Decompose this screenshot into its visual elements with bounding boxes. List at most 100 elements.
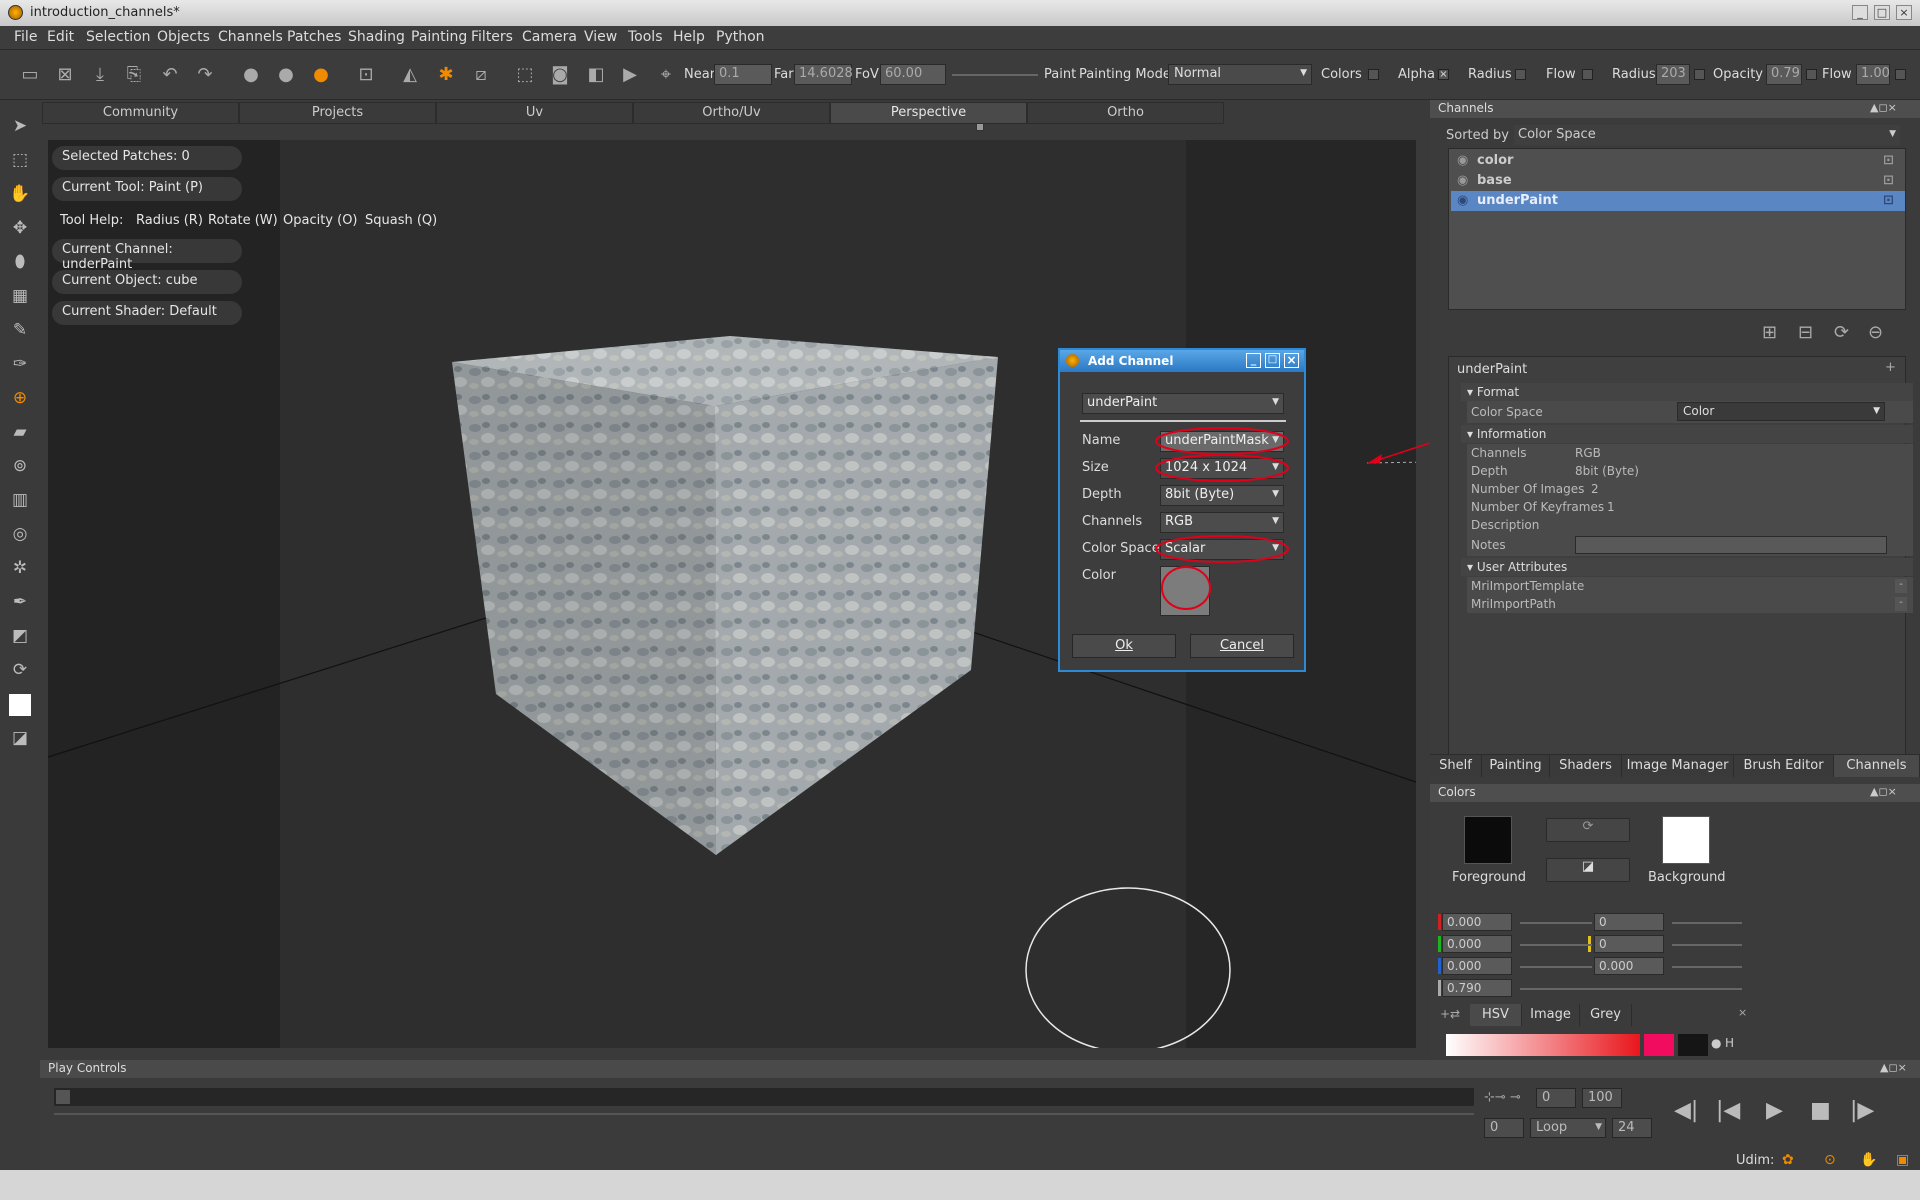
tab-ortho[interactable]: Ortho bbox=[1027, 102, 1224, 124]
menu-selection[interactable]: Selection bbox=[86, 29, 151, 45]
flow-pressure-checkbox[interactable] bbox=[1895, 69, 1906, 80]
color-space-select[interactable]: Color ▼ bbox=[1677, 402, 1885, 421]
drop-icon[interactable]: ⬮ bbox=[8, 250, 32, 274]
close-window-button[interactable]: × bbox=[1896, 5, 1912, 20]
save-as-icon[interactable]: ⎘ bbox=[122, 63, 146, 87]
radius-checkbox[interactable] bbox=[1515, 69, 1526, 80]
value-slider[interactable] bbox=[1672, 966, 1742, 968]
film-icon[interactable]: ▶ bbox=[618, 63, 642, 87]
alpha-value[interactable]: 0.790 bbox=[1442, 979, 1512, 997]
tab-hsv[interactable]: HSV bbox=[1470, 1004, 1522, 1026]
fg-bg-swap-icon[interactable]: ◪ bbox=[8, 726, 32, 750]
timeline-handle[interactable] bbox=[56, 1090, 70, 1104]
value-value[interactable]: 0.000 bbox=[1594, 957, 1664, 975]
wireframe-icon[interactable]: ⊡ bbox=[354, 63, 378, 87]
close-tab-icon[interactable]: × bbox=[1738, 1006, 1747, 1019]
hue-slider[interactable] bbox=[1672, 922, 1742, 924]
blur-icon[interactable]: ◎ bbox=[8, 522, 32, 546]
tab-painting[interactable]: Painting bbox=[1482, 755, 1550, 777]
lock-icon[interactable]: ⊡ bbox=[1883, 193, 1894, 208]
fov-field[interactable]: 60.00 bbox=[880, 64, 946, 85]
gradient-icon[interactable]: ▥ bbox=[8, 488, 32, 512]
close-file-icon[interactable]: ⊠ bbox=[53, 63, 77, 87]
add-property-icon[interactable]: + bbox=[1885, 360, 1896, 375]
menu-camera[interactable]: Camera bbox=[522, 29, 577, 45]
pin-icon[interactable]: ✑ bbox=[8, 352, 32, 376]
lock-icon[interactable]: ⊡ bbox=[1883, 173, 1894, 188]
stop-icon[interactable]: ■ bbox=[1810, 1098, 1831, 1123]
uv-icon[interactable]: ⬚ bbox=[513, 63, 537, 87]
panel-float-icon[interactable]: ▲◻× bbox=[1870, 101, 1897, 114]
marquee-select-icon[interactable]: ⬚ bbox=[8, 148, 32, 172]
menu-file[interactable]: File bbox=[14, 29, 37, 45]
channel-row-underpaint[interactable]: ◉ underPaint ⊡ bbox=[1451, 191, 1905, 211]
pointer-icon[interactable]: ➤ bbox=[8, 114, 32, 138]
paint-brush-icon[interactable]: ✱ bbox=[434, 63, 458, 87]
udim-icon-3[interactable]: ✋ bbox=[1860, 1152, 1877, 1168]
colors-checkbox[interactable] bbox=[1368, 69, 1379, 80]
previous-keyframe-icon[interactable]: ◀| bbox=[1674, 1098, 1698, 1123]
green-slider[interactable] bbox=[1520, 944, 1592, 946]
clone-icon[interactable]: ⊚ bbox=[8, 454, 32, 478]
blue-slider[interactable] bbox=[1520, 966, 1592, 968]
paint-tool-icon[interactable]: ⊕ bbox=[8, 386, 32, 410]
hue-gradient-bar[interactable] bbox=[1446, 1034, 1640, 1056]
udim-icon-1[interactable]: ✿ bbox=[1782, 1152, 1794, 1168]
background-swatch[interactable] bbox=[1662, 816, 1710, 864]
step-back-icon[interactable]: |◀ bbox=[1716, 1098, 1740, 1123]
sorted-by-dropdown[interactable]: Color Space ▼ bbox=[1514, 125, 1900, 145]
add-swatch-icon[interactable]: +⇄ bbox=[1440, 1007, 1460, 1021]
menu-objects[interactable]: Objects bbox=[157, 29, 210, 45]
menu-edit[interactable]: Edit bbox=[47, 29, 74, 45]
opacity-field[interactable]: 0.79 bbox=[1766, 64, 1802, 85]
menu-python[interactable]: Python bbox=[716, 29, 765, 45]
refresh-channel-icon[interactable]: ⟳ bbox=[1834, 322, 1849, 343]
near-field[interactable]: 0.1 bbox=[714, 64, 772, 85]
user-attributes-section[interactable]: ▾ User Attributes bbox=[1461, 558, 1913, 576]
fov-slider[interactable] bbox=[952, 74, 1038, 76]
sphere-shaded-icon[interactable]: ● bbox=[274, 63, 298, 87]
new-file-icon[interactable]: ▭ bbox=[18, 63, 42, 87]
eraser-icon[interactable]: ▰ bbox=[8, 420, 32, 444]
sphere-lit-icon[interactable]: ● bbox=[309, 63, 333, 87]
camera-icon[interactable]: ◙ bbox=[548, 63, 572, 87]
tab-image-manager[interactable]: Image Manager bbox=[1622, 755, 1734, 777]
painting-mode-dropdown[interactable]: Normal ▼ bbox=[1168, 64, 1312, 85]
tab-image[interactable]: Image bbox=[1522, 1004, 1580, 1026]
menu-painting[interactable]: Painting bbox=[411, 29, 467, 45]
ok-button[interactable]: Ok bbox=[1072, 634, 1176, 658]
menu-tools[interactable]: Tools bbox=[628, 29, 663, 45]
range-start-icon[interactable]: ⊹⊸ bbox=[1484, 1090, 1506, 1105]
tab-projects[interactable]: Projects bbox=[239, 102, 436, 124]
undo-icon[interactable]: ↶ bbox=[158, 63, 182, 87]
foreground-swatch[interactable] bbox=[1464, 816, 1512, 864]
eye-icon[interactable]: ◉ bbox=[1457, 153, 1468, 168]
radius-pressure-checkbox[interactable] bbox=[1694, 69, 1705, 80]
saturation-value[interactable]: 0 bbox=[1594, 935, 1664, 953]
eye-icon[interactable]: ◉ bbox=[1457, 193, 1468, 208]
menu-channels[interactable]: Channels bbox=[218, 29, 283, 45]
menu-view[interactable]: View bbox=[584, 29, 617, 45]
eyedropper-icon[interactable]: ⌖ bbox=[654, 63, 678, 87]
duplicate-channel-icon[interactable]: ⊟ bbox=[1798, 322, 1813, 343]
udim-icon-4[interactable]: ▣ bbox=[1896, 1152, 1909, 1168]
red-value[interactable]: 0.000 bbox=[1442, 913, 1512, 931]
red-slider[interactable] bbox=[1520, 922, 1592, 924]
smudge-icon[interactable]: ✎ bbox=[8, 318, 32, 342]
timeline-track[interactable] bbox=[54, 1088, 1474, 1106]
radius-field[interactable]: 203 bbox=[1656, 64, 1690, 85]
swap-colors-button[interactable]: ⟳ bbox=[1546, 818, 1630, 842]
settings-icon[interactable]: ✲ bbox=[8, 556, 32, 580]
panel-float-icon[interactable]: ▲◻× bbox=[1870, 785, 1897, 798]
alpha-checkbox[interactable]: × bbox=[1438, 69, 1449, 80]
delete-channel-icon[interactable]: ⊖ bbox=[1868, 322, 1883, 343]
reset-colors-button[interactable]: ◪ bbox=[1546, 858, 1630, 882]
cancel-button[interactable]: Cancel bbox=[1190, 634, 1294, 658]
hue-value[interactable]: 0 bbox=[1594, 913, 1664, 931]
channel-row-base[interactable]: ◉ base ⊡ bbox=[1451, 171, 1905, 191]
loop-dropdown[interactable]: Loop ▼ bbox=[1530, 1118, 1606, 1138]
channel-row-color[interactable]: ◉ color ⊡ bbox=[1451, 151, 1905, 171]
maximize-button[interactable]: □ bbox=[1874, 5, 1890, 20]
alpha-slider[interactable] bbox=[1520, 988, 1742, 990]
eye-icon[interactable]: ◉ bbox=[1457, 173, 1468, 188]
